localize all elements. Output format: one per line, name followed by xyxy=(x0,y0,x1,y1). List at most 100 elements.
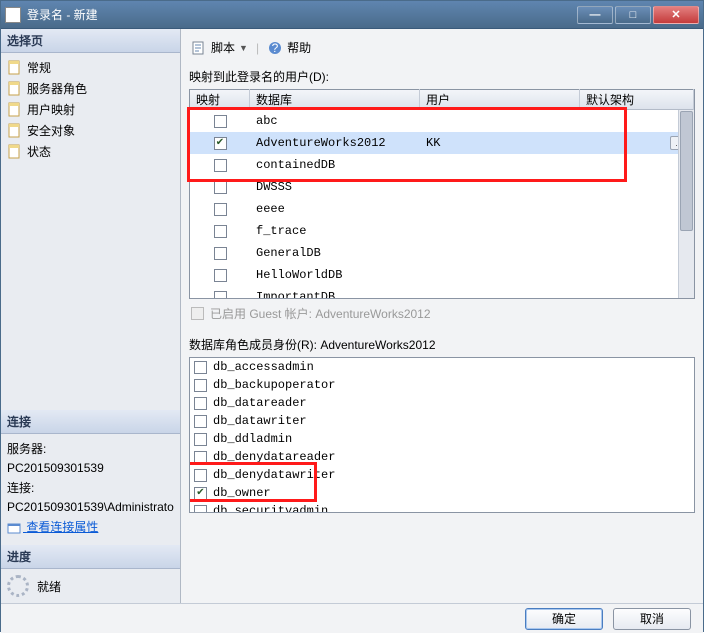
mapping-grid: 映射 数据库 用户 默认架构 abc ✔AdventureWorks2012KK.… xyxy=(189,89,695,299)
role-row[interactable]: db_denydatawriter xyxy=(190,466,694,484)
toolbar: 脚本 ▼ | ? 帮助 xyxy=(189,35,695,60)
col-schema[interactable]: 默认架构 xyxy=(580,89,694,110)
role-row[interactable]: db_accessadmin xyxy=(190,358,694,376)
role-row[interactable]: db_backupoperator xyxy=(190,376,694,394)
nav-label: 状态 xyxy=(27,143,51,160)
role-label: db_backupoperator xyxy=(213,378,335,392)
roles-section-label: 数据库角色成员身份(R): AdventureWorks2012 xyxy=(189,336,695,353)
role-row[interactable]: db_datareader xyxy=(190,394,694,412)
guest-enabled-row: 已启用 Guest 帐户: AdventureWorks2012 xyxy=(189,299,695,328)
map-checkbox[interactable]: ✔ xyxy=(214,137,227,150)
table-row[interactable]: ✔AdventureWorks2012KK... xyxy=(190,132,694,154)
table-row[interactable]: containedDB xyxy=(190,154,694,176)
mapping-section-label: 映射到此登录名的用户(D): xyxy=(189,68,695,85)
app-icon xyxy=(5,7,21,23)
col-database[interactable]: 数据库 xyxy=(250,89,420,110)
grid-body: abc ✔AdventureWorks2012KK... containedDB DW… xyxy=(190,110,694,298)
role-row[interactable]: db_securityadmin xyxy=(190,502,694,513)
progress-header: 进度 xyxy=(1,545,180,569)
db-cell: containedDB xyxy=(250,158,420,172)
page-icon xyxy=(7,123,23,139)
map-checkbox[interactable] xyxy=(214,247,227,260)
role-label: db_datareader xyxy=(213,396,307,410)
table-row[interactable]: abc xyxy=(190,110,694,132)
properties-icon xyxy=(7,521,21,535)
db-cell: GeneralDB xyxy=(250,246,420,260)
cancel-button[interactable]: 取消 xyxy=(613,608,691,630)
role-row[interactable]: db_denydatareader xyxy=(190,448,694,466)
page-icon xyxy=(7,60,23,76)
view-connection-properties-link[interactable]: 查看连接属性 xyxy=(7,520,98,534)
progress-spinner-icon xyxy=(7,575,29,597)
window-buttons: — □ ✕ xyxy=(577,6,699,24)
progress-status: 就绪 xyxy=(37,578,61,595)
close-button[interactable]: ✕ xyxy=(653,6,699,24)
map-checkbox[interactable] xyxy=(214,291,227,299)
script-button[interactable]: 脚本 ▼ xyxy=(191,39,248,56)
db-cell: ImportantDB xyxy=(250,290,420,298)
roles-list: db_accessadmin db_backupoperator db_datare… xyxy=(189,357,695,513)
link-text: 查看连接属性 xyxy=(26,520,98,534)
table-row[interactable]: DWSSS xyxy=(190,176,694,198)
col-map[interactable]: 映射 xyxy=(190,89,250,110)
map-checkbox[interactable] xyxy=(214,115,227,128)
nav-item-user-mapping[interactable]: 用户映射 xyxy=(3,99,178,120)
chevron-down-icon: ▼ xyxy=(239,43,248,53)
page-icon xyxy=(7,102,23,118)
map-checkbox[interactable] xyxy=(214,203,227,216)
table-row[interactable]: ImportantDB xyxy=(190,286,694,298)
svg-text:?: ? xyxy=(272,41,279,55)
role-checkbox[interactable] xyxy=(194,397,207,410)
nav-item-securables[interactable]: 安全对象 xyxy=(3,120,178,141)
nav-item-general[interactable]: 常规 xyxy=(3,57,178,78)
conn-value: PC201509301539\Administrato xyxy=(7,500,174,514)
role-label: db_securityadmin xyxy=(213,504,328,513)
role-checkbox[interactable]: ✔ xyxy=(194,487,207,500)
db-cell: eeee xyxy=(250,202,420,216)
minimize-button[interactable]: — xyxy=(577,6,613,24)
db-cell: f_trace xyxy=(250,224,420,238)
role-checkbox[interactable] xyxy=(194,469,207,482)
grid-scrollbar[interactable] xyxy=(678,110,694,298)
table-row[interactable]: f_trace xyxy=(190,220,694,242)
map-checkbox[interactable] xyxy=(214,181,227,194)
nav-list: 常规 服务器角色 用户映射 安全对象 状态 xyxy=(1,53,180,166)
nav-item-server-roles[interactable]: 服务器角色 xyxy=(3,78,178,99)
role-row[interactable]: ✔db_owner xyxy=(190,484,694,502)
map-checkbox[interactable] xyxy=(214,225,227,238)
role-label: db_denydatawriter xyxy=(213,468,335,482)
help-button[interactable]: ? 帮助 xyxy=(267,39,311,56)
col-user[interactable]: 用户 xyxy=(420,89,580,110)
role-checkbox[interactable] xyxy=(194,361,207,374)
db-cell: abc xyxy=(250,114,420,128)
help-icon: ? xyxy=(267,40,283,56)
nav-item-status[interactable]: 状态 xyxy=(3,141,178,162)
table-row[interactable]: HelloWorldDB xyxy=(190,264,694,286)
db-cell: DWSSS xyxy=(250,180,420,194)
scroll-thumb[interactable] xyxy=(680,111,693,231)
role-label: db_denydatareader xyxy=(213,450,335,464)
role-label: db_accessadmin xyxy=(213,360,314,374)
role-checkbox[interactable] xyxy=(194,415,207,428)
guest-checkbox xyxy=(191,307,204,320)
grid-header: 映射 数据库 用户 默认架构 xyxy=(190,90,694,110)
role-row[interactable]: db_datawriter xyxy=(190,412,694,430)
title-bar: 登录名 - 新建 — □ ✕ xyxy=(1,1,703,29)
role-checkbox[interactable] xyxy=(194,451,207,464)
table-row[interactable]: eeee xyxy=(190,198,694,220)
ok-button[interactable]: 确定 xyxy=(525,608,603,630)
map-checkbox[interactable] xyxy=(214,159,227,172)
server-label: 服务器: xyxy=(7,440,174,457)
maximize-button[interactable]: □ xyxy=(615,6,651,24)
db-cell: HelloWorldDB xyxy=(250,268,420,282)
map-checkbox[interactable] xyxy=(214,269,227,282)
role-checkbox[interactable] xyxy=(194,505,207,514)
page-icon xyxy=(7,81,23,97)
connection-panel: 服务器: PC201509301539 连接: PC201509301539\A… xyxy=(1,434,180,545)
role-row[interactable]: db_ddladmin xyxy=(190,430,694,448)
table-row[interactable]: GeneralDB xyxy=(190,242,694,264)
server-value: PC201509301539 xyxy=(7,461,174,475)
role-checkbox[interactable] xyxy=(194,379,207,392)
progress-panel: 就绪 xyxy=(1,569,180,603)
role-checkbox[interactable] xyxy=(194,433,207,446)
